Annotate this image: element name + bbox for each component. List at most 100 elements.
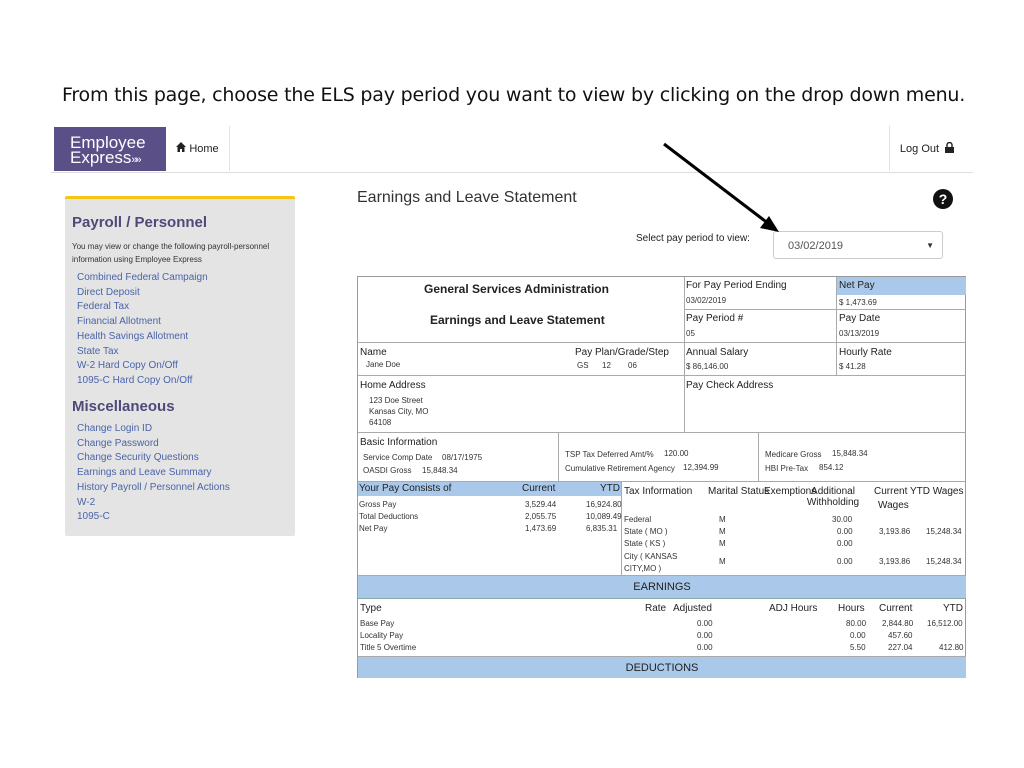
earn-ytd-header: YTD bbox=[943, 603, 963, 614]
sidebar-link-state-tax[interactable]: State Tax bbox=[77, 345, 208, 360]
period-ending-label: For Pay Period Ending bbox=[686, 280, 787, 291]
hbi-pretax-value: 854.12 bbox=[819, 463, 844, 472]
address-line-1: 123 Doe Street bbox=[369, 396, 423, 405]
tax-row-marital: M bbox=[719, 557, 726, 566]
earn-row-type: Locality Pay bbox=[360, 631, 404, 640]
name-cell: Name Jane Doe Pay Plan/Grade/Step GS 12 … bbox=[358, 343, 685, 376]
net-pay-value: $ 1,473.69 bbox=[839, 298, 877, 307]
deductions-banner: DEDUCTIONS bbox=[358, 657, 966, 678]
name-label: Name bbox=[360, 347, 387, 358]
medicare-cell: Medicare Gross 15,848.34 HBI Pre-Tax 854… bbox=[759, 433, 966, 482]
pay-plan-grade-step-label: Pay Plan/Grade/Step bbox=[575, 347, 669, 358]
statement-doc-title: Earnings and Leave Statement bbox=[430, 313, 605, 327]
earn-row-adjusted: 0.00 bbox=[697, 631, 713, 640]
earn-row-adjusted: 0.00 bbox=[697, 619, 713, 628]
hourly-rate-label: Hourly Rate bbox=[839, 347, 892, 358]
step-value: 06 bbox=[628, 361, 637, 370]
earn-row-type: Base Pay bbox=[360, 619, 395, 628]
tax-row-marital: M bbox=[719, 527, 726, 536]
cumulative-retirement-value: 12,394.99 bbox=[683, 463, 719, 472]
tax-row-addl: 0.00 bbox=[837, 527, 853, 536]
earn-current-header: Current bbox=[879, 603, 913, 614]
earn-row-adjusted: 0.00 bbox=[697, 643, 713, 652]
tsp-cell: TSP Tax Deferred Amt/% 120.00 Cumulative… bbox=[559, 433, 759, 482]
earnings-banner: EARNINGS bbox=[358, 576, 966, 599]
pay-period-cell: Pay Period # 05 bbox=[685, 310, 837, 343]
sidebar-link-change-security-questions[interactable]: Change Security Questions bbox=[77, 451, 230, 466]
earn-row-hours: 5.50 bbox=[850, 643, 866, 652]
sidebar-link-w2[interactable]: W-2 bbox=[77, 496, 230, 511]
grade-value: 12 bbox=[602, 361, 611, 370]
tax-info-cell: Tax Information Marital Status Exemption… bbox=[622, 482, 966, 576]
tax-info-label: Tax Information bbox=[624, 486, 693, 497]
oasdi-gross-value: 15,848.34 bbox=[422, 466, 458, 475]
earn-adjusted-header: Adjusted bbox=[673, 603, 712, 614]
earn-row-current: 457.60 bbox=[888, 631, 913, 640]
tax-row-ytd: 15,248.34 bbox=[926, 557, 962, 566]
oasdi-gross-label: OASDI Gross bbox=[363, 466, 412, 475]
annual-salary-cell: Annual Salary $ 86,146.00 bbox=[685, 343, 837, 376]
earn-row-type: Title 5 Overtime bbox=[360, 643, 417, 652]
tax-row-current: 3,193.86 bbox=[879, 527, 911, 536]
tax-row-current: 3,193.86 bbox=[879, 557, 911, 566]
sidebar-link-health-savings-allotment[interactable]: Health Savings Allotment bbox=[77, 330, 208, 345]
earn-type-header: Type bbox=[360, 603, 382, 614]
pay-ytd-label: YTD bbox=[600, 483, 620, 494]
pay-row-ytd: 10,089.49 bbox=[586, 512, 622, 521]
misc-links: Change Login ID Change Password Change S… bbox=[77, 422, 230, 525]
medicare-gross-label: Medicare Gross bbox=[765, 450, 822, 459]
hourly-rate-cell: Hourly Rate $ 41.28 bbox=[837, 343, 966, 376]
pay-row-name: Net Pay bbox=[359, 524, 388, 533]
pay-row-current: 2,055.75 bbox=[525, 512, 557, 521]
net-pay-cell: Net Pay $ 1,473.69 bbox=[837, 277, 966, 310]
tax-row-addl: 0.00 bbox=[837, 557, 853, 566]
sidebar-link-1095c-hard-copy[interactable]: 1095-C Hard Copy On/Off bbox=[77, 374, 208, 389]
period-ending-value: 03/02/2019 bbox=[686, 296, 727, 305]
hbi-pretax-label: HBI Pre-Tax bbox=[765, 464, 809, 473]
sidebar-link-change-login-id[interactable]: Change Login ID bbox=[77, 422, 230, 437]
miscellaneous-heading: Miscellaneous bbox=[72, 398, 175, 415]
pay-consists-cell: Your Pay Consists of Current YTD Gross P… bbox=[358, 482, 622, 576]
pay-date-cell: Pay Date 03/13/2019 bbox=[837, 310, 966, 343]
earnings-leave-statement: General Services Administration Earnings… bbox=[357, 276, 966, 678]
annual-salary-value: $ 86,146.00 bbox=[686, 362, 729, 371]
tax-row-addl: 30.00 bbox=[832, 515, 853, 524]
earn-row-ytd: 412.80 bbox=[939, 643, 964, 652]
employee-name: Jane Doe bbox=[366, 360, 401, 369]
earn-row-current: 2,844.80 bbox=[882, 619, 914, 628]
earn-row-current: 227.04 bbox=[888, 643, 913, 652]
tsp-label: TSP Tax Deferred Amt/% bbox=[565, 450, 654, 459]
marital-status-label: Marital Status bbox=[708, 486, 769, 497]
statement-title-cell: General Services Administration Earnings… bbox=[358, 277, 685, 343]
sidebar-link-earnings-leave-summary[interactable]: Earnings and Leave Summary bbox=[77, 466, 230, 481]
pay-row-ytd: 6,835.31 bbox=[586, 524, 618, 533]
earn-row-ytd: 16,512.00 bbox=[927, 619, 963, 628]
sidebar-link-1095c[interactable]: 1095-C bbox=[77, 510, 230, 525]
instruction-caption: From this page, choose the ELS pay perio… bbox=[62, 84, 966, 106]
pay-date-value: 03/13/2019 bbox=[839, 329, 880, 338]
sidebar-link-change-password[interactable]: Change Password bbox=[77, 437, 230, 452]
service-comp-date-label: Service Comp Date bbox=[363, 453, 433, 462]
annual-salary-label: Annual Salary bbox=[686, 347, 749, 358]
basic-info-label: Basic Information bbox=[360, 437, 438, 448]
employee-express-screenshot: Employee Express»» Home Log Out Payroll … bbox=[51, 126, 973, 678]
pay-row-name: Gross Pay bbox=[359, 500, 397, 509]
pay-period-num-label: Pay Period # bbox=[686, 313, 744, 324]
home-address-cell: Home Address 123 Doe Street Kansas City,… bbox=[358, 376, 685, 433]
tax-row-name: City ( KANSAS CITY,MO ) bbox=[624, 552, 678, 573]
service-comp-date-value: 08/17/1975 bbox=[442, 453, 483, 462]
earn-row-hours: 80.00 bbox=[846, 619, 867, 628]
address-line-3: 64108 bbox=[369, 418, 392, 427]
sidebar-link-w2-hard-copy[interactable]: W-2 Hard Copy On/Off bbox=[77, 359, 208, 374]
pay-current-label: Current bbox=[522, 483, 556, 494]
cumulative-retirement-label: Cumulative Retirement Agency bbox=[565, 464, 675, 473]
pay-date-label: Pay Date bbox=[839, 313, 881, 324]
hourly-rate-value: $ 41.28 bbox=[839, 362, 866, 371]
agency-name: General Services Administration bbox=[424, 282, 609, 296]
earn-rate-header: Rate bbox=[645, 603, 667, 614]
sidebar-link-history-payroll[interactable]: History Payroll / Personnel Actions bbox=[77, 481, 230, 496]
medicare-gross-value: 15,848.34 bbox=[832, 449, 868, 458]
net-pay-label: Net Pay bbox=[837, 277, 966, 295]
earn-row-hours: 0.00 bbox=[850, 631, 866, 640]
pay-plan-value: GS bbox=[577, 361, 589, 370]
